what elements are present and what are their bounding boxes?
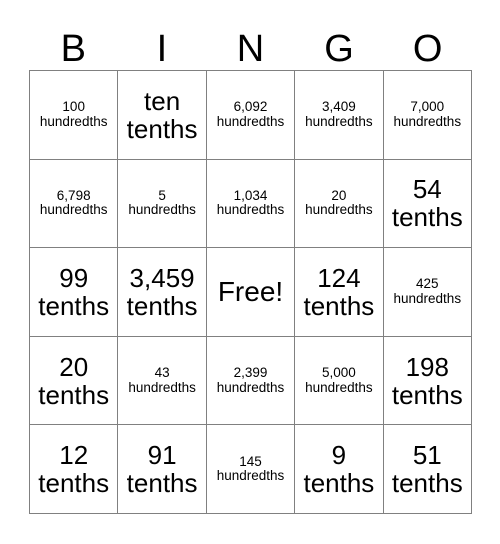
- bingo-cell-r1-c5[interactable]: 7,000 hundredths: [383, 71, 472, 160]
- bingo-cell-unit: hundredths: [39, 202, 108, 218]
- bingo-card: BINGO 100 hundredths ten tenths 6,092 hundred…: [0, 0, 500, 544]
- bingo-cell-r3-c1[interactable]: 99 tenths: [30, 248, 119, 337]
- bingo-cell-r2-c5[interactable]: 54 tenths: [383, 159, 472, 249]
- bingo-cell-r4-c5[interactable]: 198 tenths: [383, 336, 472, 426]
- bingo-cell-unit: hundredths: [393, 113, 462, 129]
- bingo-cell-number: 20: [59, 351, 89, 382]
- bingo-cell-r5-c3[interactable]: 145 hundredths: [206, 425, 296, 514]
- bingo-cell-number: 9: [331, 440, 347, 471]
- bingo-cell-unit: tenths: [303, 468, 375, 499]
- bingo-cell-unit: tenths: [38, 379, 110, 410]
- bingo-header-letter-g: G: [324, 28, 354, 70]
- bingo-cell-r5-c5[interactable]: 51 tenths: [383, 425, 472, 514]
- bingo-cell-r5-c2[interactable]: 91 tenths: [118, 425, 207, 514]
- bingo-cell-number: 51: [412, 440, 442, 471]
- bingo-header-letter-i: I: [156, 28, 168, 70]
- bingo-cell-unit: tenths: [391, 202, 463, 233]
- bingo-cell-number: 20: [331, 187, 347, 203]
- bingo-cell-unit: hundredths: [216, 113, 285, 129]
- bingo-cell-number: 43: [154, 365, 170, 381]
- bingo-cell-r4-c3[interactable]: 2,399 hundredths: [206, 336, 296, 426]
- bingo-cell-unit: hundredths: [216, 468, 285, 484]
- bingo-cell-unit: tenths: [38, 290, 110, 321]
- bingo-cell-unit: tenths: [391, 468, 463, 499]
- bingo-cell-r1-c1[interactable]: 100 hundredths: [30, 71, 119, 160]
- bingo-cell-unit: tenths: [391, 379, 463, 410]
- bingo-cell-number: 3,459: [129, 262, 195, 293]
- bingo-cell-r1-c2[interactable]: ten tenths: [118, 71, 207, 160]
- bingo-cell-number: 99: [59, 262, 89, 293]
- bingo-cell-r4-c2[interactable]: 43 hundredths: [118, 336, 207, 426]
- bingo-cell-r2-c1[interactable]: 6,798 hundredths: [30, 159, 119, 249]
- bingo-cell-number: 124: [317, 262, 361, 293]
- bingo-grid: 100 hundredths ten tenths 6,092 hundredths 3,4…: [29, 70, 472, 514]
- bingo-cell-number: Free!: [217, 276, 284, 308]
- bingo-cell-r1-c4[interactable]: 3,409 hundredths: [295, 71, 384, 160]
- bingo-header-letter-b: B: [60, 28, 86, 70]
- bingo-cell-r2-c4[interactable]: 20 hundredths: [295, 159, 384, 249]
- bingo-cell-number: 54: [412, 174, 442, 205]
- bingo-cell-unit: hundredths: [305, 202, 373, 218]
- bingo-cell-number: 5,000: [321, 365, 356, 381]
- bingo-cell-number: ten: [144, 85, 181, 116]
- bingo-header-letter-o: O: [412, 28, 443, 70]
- bingo-cell-r5-c4[interactable]: 9 tenths: [295, 425, 384, 514]
- bingo-cell-r2-c3[interactable]: 1,034 hundredths: [206, 159, 296, 249]
- bingo-cell-number: 425: [416, 276, 439, 292]
- bingo-cell-number: 3,409: [321, 99, 356, 115]
- bingo-cell-number: 145: [239, 453, 262, 469]
- bingo-cell-number: 5: [158, 187, 166, 203]
- bingo-cell-unit: tenths: [126, 290, 198, 321]
- bingo-cell-unit: hundredths: [305, 113, 373, 129]
- bingo-cell-number: 1,034: [233, 187, 268, 203]
- bingo-cell-unit: hundredths: [216, 202, 285, 218]
- bingo-cell-number: 198: [405, 351, 449, 382]
- bingo-cell-unit: hundredths: [216, 379, 285, 395]
- bingo-cell-r4-c1[interactable]: 20 tenths: [30, 336, 119, 426]
- bingo-cell-number: 12: [59, 440, 89, 471]
- bingo-cell-unit: tenths: [303, 290, 375, 321]
- bingo-header: BINGO: [29, 12, 472, 70]
- bingo-cell-number: 100: [62, 99, 85, 115]
- bingo-free-space[interactable]: Free!: [206, 248, 296, 337]
- bingo-cell-number: 2,399: [233, 365, 268, 381]
- bingo-cell-number: 6,798: [56, 187, 91, 203]
- bingo-cell-number: 6,092: [233, 99, 268, 115]
- bingo-cell-r3-c4[interactable]: 124 tenths: [295, 248, 384, 337]
- bingo-cell-unit: hundredths: [39, 113, 108, 129]
- bingo-cell-r5-c1[interactable]: 12 tenths: [30, 425, 119, 514]
- bingo-header-letter-n: N: [236, 28, 265, 70]
- bingo-cell-unit: hundredths: [393, 290, 462, 306]
- bingo-cell-r3-c5[interactable]: 425 hundredths: [383, 248, 472, 337]
- bingo-cell-r2-c2[interactable]: 5 hundredths: [118, 159, 207, 249]
- bingo-cell-unit: hundredths: [305, 379, 373, 395]
- bingo-cell-unit: tenths: [126, 468, 198, 499]
- bingo-cell-r4-c4[interactable]: 5,000 hundredths: [295, 336, 384, 426]
- bingo-cell-r1-c3[interactable]: 6,092 hundredths: [206, 71, 296, 160]
- bingo-cell-r3-c2[interactable]: 3,459 tenths: [118, 248, 207, 337]
- bingo-cell-unit: hundredths: [128, 379, 196, 395]
- bingo-cell-unit: tenths: [126, 113, 198, 144]
- bingo-cell-unit: tenths: [38, 468, 110, 499]
- bingo-cell-unit: hundredths: [128, 202, 196, 218]
- bingo-cell-number: 91: [147, 440, 177, 471]
- bingo-cell-number: 7,000: [410, 99, 445, 115]
